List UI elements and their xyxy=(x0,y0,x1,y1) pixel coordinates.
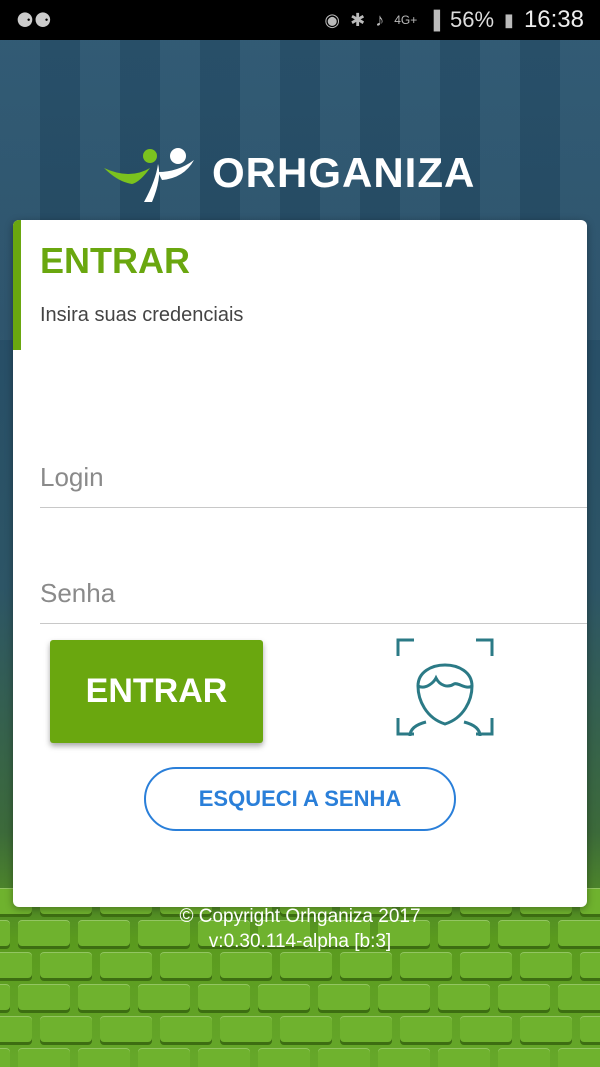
footer: © Copyright Orhganiza 2017 v:0.30.114-al… xyxy=(0,904,600,954)
keyboard-key xyxy=(0,1048,10,1067)
status-bar: ⚈⚈ ◉ ✱ ♪ 4G+ ▐ 56% ▮ 16:38 xyxy=(0,0,600,40)
card-accent-bar xyxy=(13,220,21,350)
keyboard-key xyxy=(378,1048,430,1067)
keyboard-key xyxy=(460,1016,512,1042)
keyboard-key xyxy=(498,984,550,1010)
forgot-password-button[interactable]: ESQUECI A SENHA xyxy=(144,767,456,831)
keyboard-key xyxy=(400,1016,452,1042)
keyboard-key xyxy=(318,984,370,1010)
keyboard-key xyxy=(78,984,130,1010)
keyboard-key xyxy=(460,952,512,978)
keyboard-key xyxy=(220,1016,272,1042)
keyboard-key xyxy=(340,1016,392,1042)
battery-percent: 56% xyxy=(449,7,495,32)
keyboard-key xyxy=(340,952,392,978)
login-card: ENTRAR Insira suas credenciais ENTRAR ES… xyxy=(13,220,587,907)
login-input[interactable] xyxy=(40,448,587,507)
keyboard-key xyxy=(400,952,452,978)
card-subtitle: Insira suas credenciais xyxy=(40,304,244,326)
keyboard-key xyxy=(160,1016,212,1042)
keyboard-key xyxy=(138,984,190,1010)
keyboard-row xyxy=(0,984,600,1010)
keyboard-key xyxy=(18,984,70,1010)
voicemail-icon: ⚈⚈ xyxy=(16,9,52,32)
keyboard-key xyxy=(160,952,212,978)
mute-icon: ♪ xyxy=(375,9,385,30)
keyboard-key xyxy=(138,1048,190,1067)
keyboard-key xyxy=(520,1016,572,1042)
keyboard-key xyxy=(580,952,600,978)
keyboard-key xyxy=(198,984,250,1010)
keyboard-key xyxy=(0,1016,32,1042)
login-button[interactable]: ENTRAR xyxy=(50,640,263,743)
login-field xyxy=(40,448,587,508)
face-recognition-icon[interactable] xyxy=(396,638,494,736)
keyboard-key xyxy=(100,952,152,978)
keyboard-key xyxy=(0,984,10,1010)
keyboard-key xyxy=(100,1016,152,1042)
password-input[interactable] xyxy=(40,564,587,623)
location-icon: ◉ xyxy=(324,9,341,30)
keyboard-key xyxy=(438,1048,490,1067)
keyboard-key xyxy=(40,1016,92,1042)
keyboard-key xyxy=(0,952,32,978)
keyboard-key xyxy=(220,952,272,978)
battery-icon: ▮ xyxy=(504,9,514,30)
keyboard-key xyxy=(558,1048,600,1067)
version-text: v:0.30.114-alpha [b:3] xyxy=(208,931,392,952)
keyboard-key xyxy=(198,1048,250,1067)
signal-icon: ▐ xyxy=(427,9,440,30)
keyboard-key xyxy=(558,984,600,1010)
keyboard-key xyxy=(520,952,572,978)
bluetooth-icon: ✱ xyxy=(350,9,366,30)
keyboard-key xyxy=(580,1016,600,1042)
keyboard-row xyxy=(0,1048,600,1067)
password-field xyxy=(40,564,587,624)
copyright-text: © Copyright Orhganiza 2017 xyxy=(179,906,421,927)
keyboard-key xyxy=(40,952,92,978)
keyboard-key xyxy=(78,1048,130,1067)
logo-icon xyxy=(104,148,194,202)
keyboard-key xyxy=(498,1048,550,1067)
keyboard-key xyxy=(280,1016,332,1042)
keyboard-key xyxy=(438,984,490,1010)
keyboard-key xyxy=(378,984,430,1010)
keyboard-key xyxy=(258,1048,310,1067)
clock: 16:38 xyxy=(523,6,584,33)
keyboard-key xyxy=(18,1048,70,1067)
keyboard-key xyxy=(318,1048,370,1067)
logo-text: ORHGANIZA xyxy=(212,149,476,196)
keyboard-key xyxy=(280,952,332,978)
card-title: ENTRAR xyxy=(40,240,190,281)
keyboard-row xyxy=(0,1016,600,1042)
app-logo: ORHGANIZA xyxy=(100,138,475,208)
keyboard-row xyxy=(0,952,600,978)
network-icon: 4G+ xyxy=(394,13,418,27)
keyboard-key xyxy=(258,984,310,1010)
